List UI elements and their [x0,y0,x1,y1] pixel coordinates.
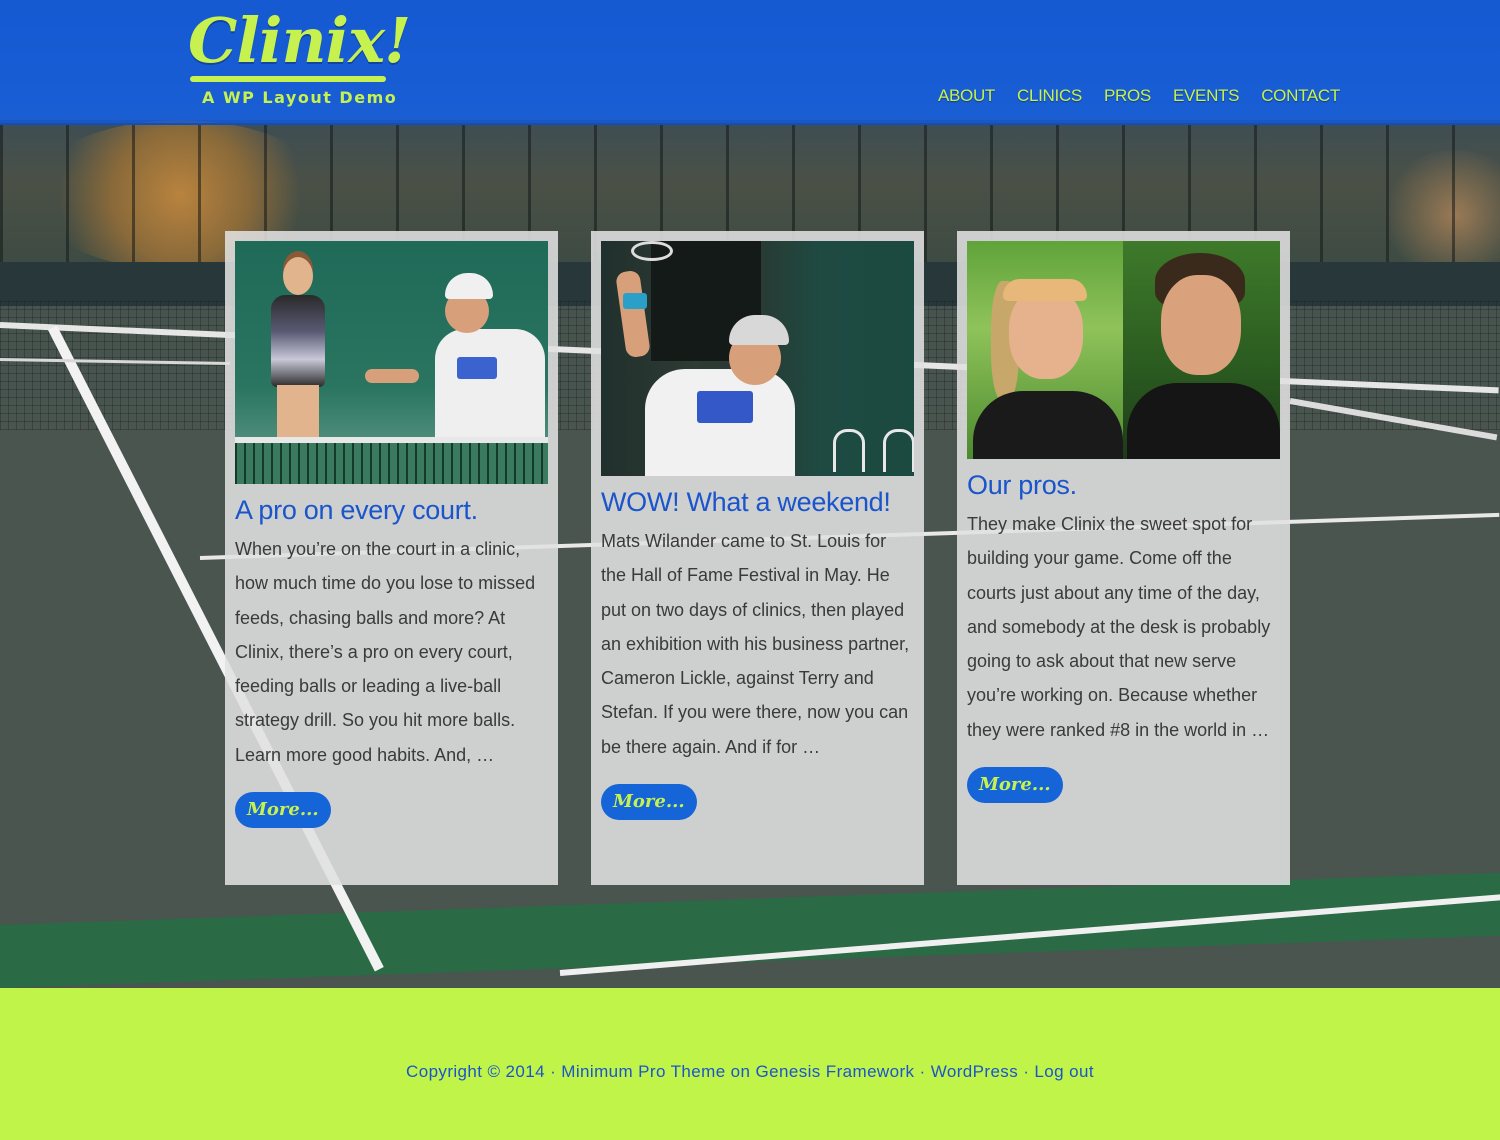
more-button[interactable]: More... [967,767,1063,804]
nav-item-about[interactable]: ABOUT [938,86,995,106]
post-excerpt: When you’re on the court in a clinic, ho… [235,539,536,765]
footer-separator: · [919,1062,926,1081]
site-logo[interactable]: Clinix! A WP Layout Demo [188,4,411,108]
framework-link[interactable]: Genesis Framework [756,1062,915,1081]
nav-item-contact[interactable]: CONTACT [1261,86,1340,106]
wordpress-link[interactable]: WordPress [931,1062,1018,1081]
logout-link[interactable]: Log out [1034,1062,1094,1081]
more-button[interactable]: More... [601,784,697,821]
logo-subtitle: A WP Layout Demo [202,88,398,107]
photo-figure [405,273,545,453]
post-title[interactable]: Our pros. [967,469,1280,501]
theme-link[interactable]: Minimum Pro Theme [561,1062,725,1081]
more-button[interactable]: More... [235,792,331,829]
footer-credits: Copyright © 2014 · Minimum Pro Theme on … [0,1062,1500,1082]
post-excerpt: They make Clinix the sweet spot for buil… [967,514,1271,740]
post-title[interactable]: WOW! What a weekend! [601,486,914,518]
photo-figure [263,257,333,447]
photo-coach-clinic[interactable] [235,241,548,484]
nav-item-clinics[interactable]: CLINICS [1017,86,1082,106]
site-header: Clinix! A WP Layout Demo ABOUT CLINICS P… [0,0,1500,125]
featured-post-card: WOW! What a weekend! Mats Wilander came … [591,231,924,885]
nav-item-pros[interactable]: PROS [1104,86,1151,106]
footer-connector: on [730,1062,751,1081]
nav-item-events[interactable]: EVENTS [1173,86,1240,106]
featured-post-card: Our pros. They make Clinix the sweet spo… [957,231,1290,885]
logo-underline [190,76,386,82]
footer-separator: · [1023,1062,1030,1081]
photo-net [235,437,548,484]
site-footer: Copyright © 2014 · Minimum Pro Theme on … [0,988,1500,1140]
featured-post-card: A pro on every court. When you’re on the… [225,231,558,885]
post-title[interactable]: A pro on every court. [235,494,548,526]
photo-two-pros[interactable] [967,241,1280,459]
photo-player-serve[interactable] [601,241,914,476]
logo-title: Clinix! [188,4,411,77]
main-navigation: ABOUT CLINICS PROS EVENTS CONTACT [938,86,1340,106]
copyright-text: Copyright © 2014 · [406,1062,557,1081]
post-excerpt: Mats Wilander came to St. Louis for the … [601,531,910,757]
